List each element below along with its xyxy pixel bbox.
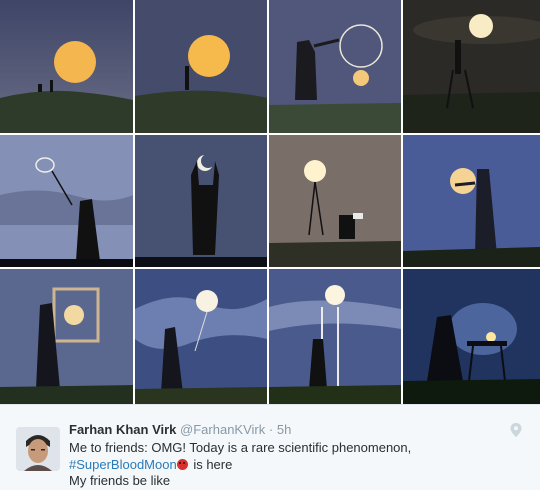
photo-moon-hands bbox=[135, 135, 267, 267]
display-name[interactable]: Farhan Khan Virk bbox=[69, 422, 176, 437]
tweet-timestamp[interactable]: 5h bbox=[277, 422, 291, 437]
photo-moon-hill-carry bbox=[135, 0, 267, 133]
photo-moon-lamp-reader bbox=[269, 135, 401, 267]
photo-moon-hold bbox=[403, 135, 540, 267]
tweet-text-line-1: Me to friends: OMG! Today is a rare scie… bbox=[69, 440, 412, 455]
location-pin-icon[interactable] bbox=[510, 423, 522, 437]
photo-moon-balloon bbox=[135, 269, 267, 404]
separator-dot: · bbox=[268, 422, 274, 437]
tweet-header: Farhan Khan Virk @FarhanKVirk · 5h bbox=[69, 422, 291, 437]
photo-moon-table bbox=[403, 269, 540, 404]
tweet-text-line-2: #SuperBloodMoon is here bbox=[69, 457, 509, 474]
photo-moon-hill-pair bbox=[0, 0, 133, 133]
photo-moon-ring-reach bbox=[269, 0, 401, 133]
hashtag-link[interactable]: #SuperBloodMoon bbox=[69, 457, 177, 472]
tweet-text: Me to friends: OMG! Today is a rare scie… bbox=[69, 440, 509, 490]
tweet-text-line-3: My friends be like bbox=[69, 473, 171, 488]
tweet-card[interactable]: Farhan Khan Virk @FarhanKVirk · 5h Me to… bbox=[0, 404, 540, 490]
photo-moon-net bbox=[0, 135, 133, 267]
avatar[interactable] bbox=[16, 427, 60, 471]
tweet-text-line-2-rest: is here bbox=[189, 456, 233, 472]
angry-face-icon bbox=[176, 458, 188, 470]
moon-photo-collage[interactable] bbox=[0, 0, 540, 404]
photo-moon-frame bbox=[0, 269, 133, 404]
photo-moon-ladder-climb bbox=[269, 269, 401, 404]
user-handle[interactable]: @FarhanKVirk bbox=[180, 422, 265, 437]
photo-moon-ladder bbox=[403, 0, 540, 133]
